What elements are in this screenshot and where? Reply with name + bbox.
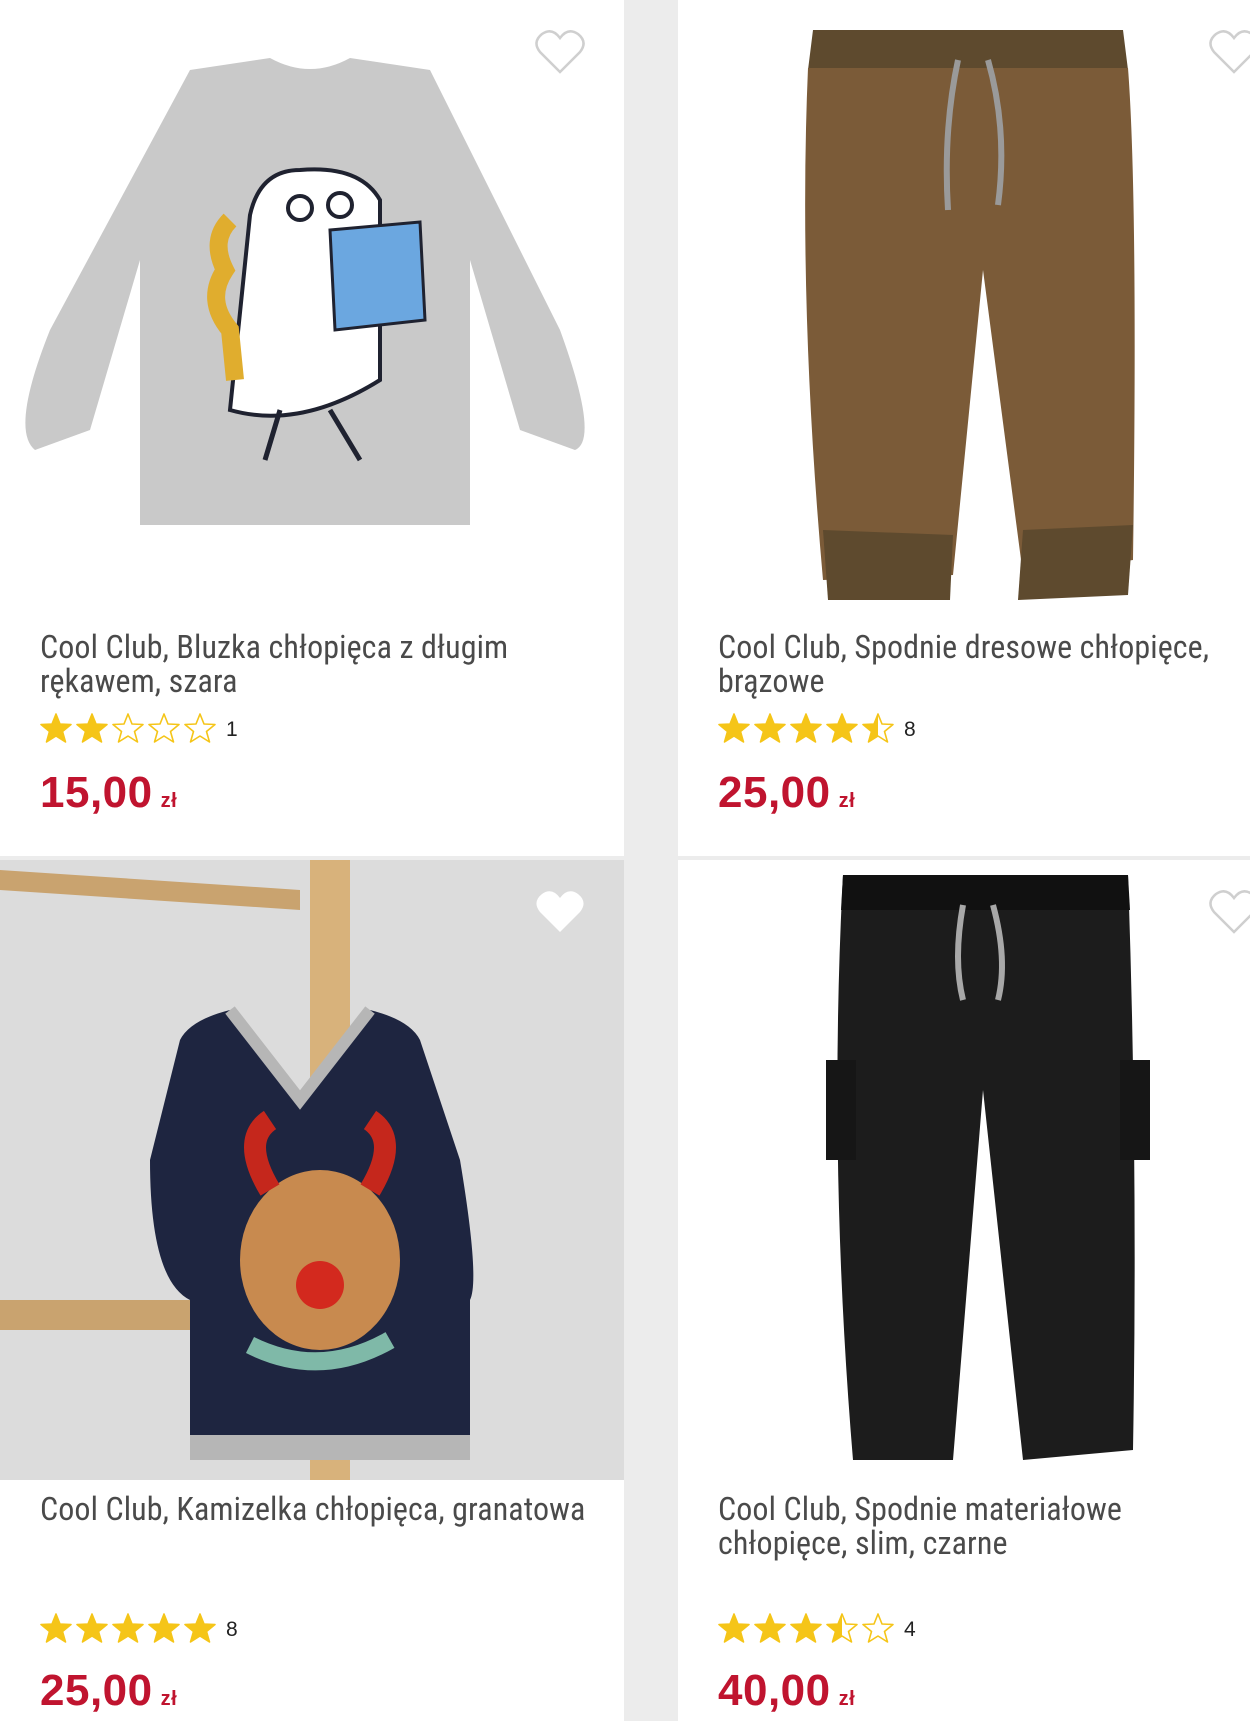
currency: zł [838, 790, 856, 812]
price-value: 15,00 [40, 768, 153, 817]
currency: zł [160, 790, 178, 812]
grey-shirt-image [0, 0, 624, 620]
star-empty-icon [112, 713, 144, 743]
star-filled-icon [754, 1613, 786, 1643]
star-filled-icon [718, 1613, 750, 1643]
navy-vest-image [0, 860, 624, 1480]
heart-outline-icon [535, 30, 585, 74]
product-card[interactable]: Cool Club, Bluzka chłopięca z długim ręk… [0, 0, 624, 856]
rating: 4 [718, 1612, 916, 1648]
product-title[interactable]: Cool Club, Spodnie dresowe chłopięce, br… [718, 630, 1220, 698]
favorite-button[interactable] [534, 28, 586, 76]
star-filled-icon [754, 713, 786, 743]
rating-count: 4 [904, 1618, 916, 1641]
star-filled-icon [790, 1613, 822, 1643]
favorite-button[interactable] [1208, 888, 1250, 936]
rating-count: 1 [226, 718, 238, 741]
price-value: 25,00 [718, 768, 831, 817]
star-filled-icon [184, 1613, 216, 1643]
favorite-button[interactable] [1208, 28, 1250, 76]
rating: 8 [40, 1612, 238, 1648]
rating-stars [40, 1612, 220, 1648]
product-image[interactable] [678, 860, 1250, 1480]
star-filled-icon [40, 713, 72, 743]
product-image[interactable] [0, 0, 624, 620]
product-title[interactable]: Cool Club, Bluzka chłopięca z długim ręk… [40, 630, 594, 698]
heart-filled-icon [536, 891, 584, 932]
rating-count: 8 [226, 1618, 238, 1641]
brown-pants-image [678, 0, 1250, 620]
star-filled-icon [40, 1613, 72, 1643]
product-grid: Cool Club, Bluzka chłopięca z długim ręk… [0, 0, 1250, 1721]
black-pants-image [678, 860, 1250, 1480]
product-card[interactable]: Cool Club, Spodnie materiałowe chłopięce… [678, 860, 1250, 1721]
price: 15,00 zł [40, 768, 177, 818]
star-empty-icon [148, 713, 180, 743]
star-empty-icon [862, 1613, 894, 1643]
rating-stars [718, 712, 898, 748]
product-image[interactable] [0, 860, 624, 1480]
price: 25,00 zł [718, 768, 855, 818]
star-filled-icon [790, 713, 822, 743]
star-empty-icon [184, 713, 216, 743]
price-value: 40,00 [718, 1666, 831, 1715]
rating-count: 8 [904, 718, 916, 741]
star-filled-icon [148, 1613, 180, 1643]
heart-outline-icon [1209, 890, 1250, 934]
rating: 8 [718, 712, 916, 748]
star-half-icon [826, 1613, 858, 1643]
product-card[interactable]: Cool Club, Kamizelka chłopięca, granatow… [0, 860, 624, 1721]
star-filled-icon [826, 713, 858, 743]
rating-stars [718, 1612, 898, 1648]
price: 25,00 zł [40, 1666, 177, 1716]
star-filled-icon [76, 713, 108, 743]
currency: zł [160, 1688, 178, 1710]
star-filled-icon [718, 713, 750, 743]
product-title[interactable]: Cool Club, Spodnie materiałowe chłopięce… [718, 1492, 1220, 1560]
price: 40,00 zł [718, 1666, 855, 1716]
product-card[interactable]: Cool Club, Spodnie dresowe chłopięce, br… [678, 0, 1250, 856]
product-title[interactable]: Cool Club, Kamizelka chłopięca, granatow… [40, 1492, 594, 1526]
currency: zł [838, 1688, 856, 1710]
favorite-button[interactable] [534, 888, 586, 936]
star-filled-icon [76, 1613, 108, 1643]
star-half-icon [862, 713, 894, 743]
star-filled-icon [112, 1613, 144, 1643]
price-value: 25,00 [40, 1666, 153, 1715]
rating-stars [40, 712, 220, 748]
heart-outline-icon [1209, 30, 1250, 74]
product-image[interactable] [678, 0, 1250, 620]
rating: 1 [40, 712, 238, 748]
